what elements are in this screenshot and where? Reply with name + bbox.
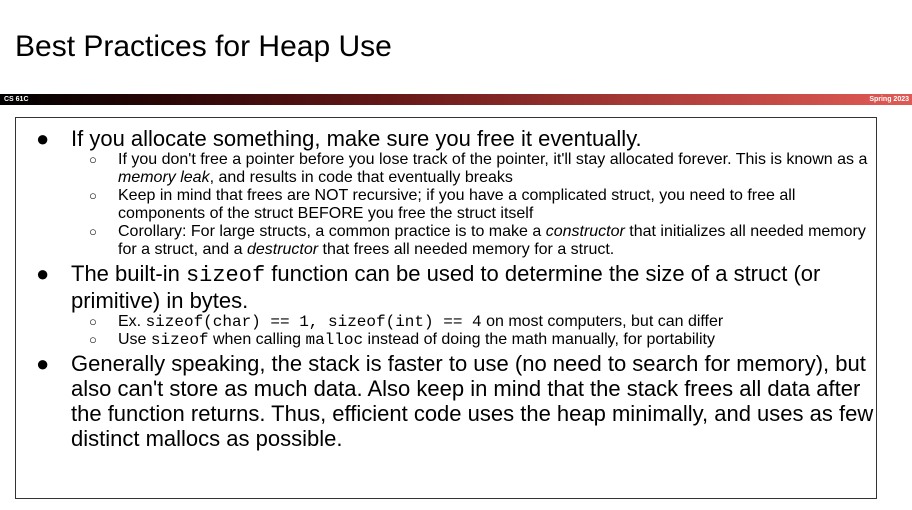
sub-bullet-text: instead of doing the math manually, for … [363, 331, 715, 348]
emphasis-constructor: constructor [545, 223, 625, 240]
slide-title: Best Practices for Heap Use [15, 30, 392, 63]
sub-bullet-marker: ○ [89, 152, 97, 167]
sub-bullet-sizeof-example: ○ Ex. sizeof(char) == 1, sizeof(int) == … [71, 313, 876, 331]
code-sizeof-example: sizeof(char) == 1, sizeof(int) == 4 [145, 313, 482, 331]
sub-bullet-marker: ○ [89, 314, 97, 329]
sub-bullet-text: when calling [208, 331, 306, 348]
code-sizeof: sizeof [185, 263, 266, 288]
sub-bullet-text: Keep in mind that frees are NOT recursiv… [118, 187, 796, 222]
sub-bullet-text: Use [118, 331, 151, 348]
bullet-list: ● If you allocate something, make sure y… [16, 126, 876, 451]
emphasis-destructor: destructor [246, 241, 319, 258]
course-label: CS 61C [4, 96, 29, 103]
sub-bullet-marker: ○ [89, 224, 97, 239]
bullet-marker: ● [36, 261, 50, 286]
sub-bullet-sizeof-malloc: ○ Use sizeof when calling malloc instead… [71, 331, 876, 349]
bullet-stack-vs-heap: ● Generally speaking, the stack is faste… [16, 351, 876, 451]
code-sizeof: sizeof [150, 331, 209, 349]
bullet-marker: ● [36, 126, 50, 151]
sub-bullet-text: If you don't free a pointer before you l… [118, 151, 868, 168]
sub-bullet-text: Ex. [118, 313, 146, 330]
bullet-marker: ● [36, 351, 50, 376]
sub-bullet-text: Corollary: For large structs, a common p… [118, 223, 546, 240]
sub-bullet-marker: ○ [89, 188, 97, 203]
code-malloc: malloc [305, 331, 364, 349]
sub-bullet-list: ○ Ex. sizeof(char) == 1, sizeof(int) == … [71, 313, 876, 349]
bullet-free-memory: ● If you allocate something, make sure y… [16, 126, 876, 259]
sub-bullet-constructor-destructor: ○ Corollary: For large structs, a common… [71, 223, 876, 259]
content-box: ● If you allocate something, make sure y… [15, 117, 877, 499]
sub-bullet-list: ○ If you don't free a pointer before you… [71, 151, 876, 259]
bullet-text: The built-in [71, 261, 186, 286]
bullet-text: If you allocate something, make sure you… [71, 126, 642, 151]
sub-bullet-frees-not-recursive: ○ Keep in mind that frees are NOT recurs… [71, 187, 876, 223]
sub-bullet-memory-leak: ○ If you don't free a pointer before you… [71, 151, 876, 187]
header-band: CS 61C Spring 2023 [0, 94, 912, 105]
sub-bullet-marker: ○ [89, 332, 97, 347]
sub-bullet-text: on most computers, but can differ [481, 313, 724, 330]
bullet-text: Generally speaking, the stack is faster … [71, 351, 874, 451]
sub-bullet-text: , and results in code that eventually br… [209, 169, 513, 186]
emphasis-memory-leak: memory leak [118, 169, 210, 186]
bullet-sizeof: ● The built-in sizeof function can be us… [16, 261, 876, 349]
sub-bullet-text: that frees all needed memory for a struc… [318, 241, 615, 258]
term-label: Spring 2023 [869, 96, 909, 103]
